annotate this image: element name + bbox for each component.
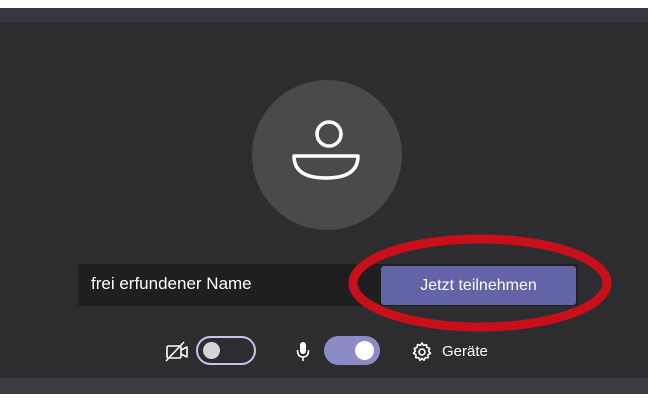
- microphone-icon[interactable]: [296, 341, 310, 363]
- person-icon: [292, 120, 360, 180]
- gear-icon[interactable]: [411, 341, 433, 363]
- camera-toggle-knob: [203, 342, 220, 359]
- name-input-value: frei erfundener Name: [91, 274, 252, 293]
- panel-top-edge: [0, 8, 648, 22]
- avatar: [252, 80, 402, 230]
- panel-bottom-edge: [0, 378, 648, 394]
- microphone-toggle[interactable]: [324, 336, 380, 365]
- camera-off-icon[interactable]: [165, 341, 189, 363]
- highlight-ellipse: [348, 234, 612, 332]
- microphone-toggle-knob: [355, 341, 374, 360]
- devices-label[interactable]: Geräte: [442, 343, 488, 360]
- camera-toggle[interactable]: [196, 336, 256, 365]
